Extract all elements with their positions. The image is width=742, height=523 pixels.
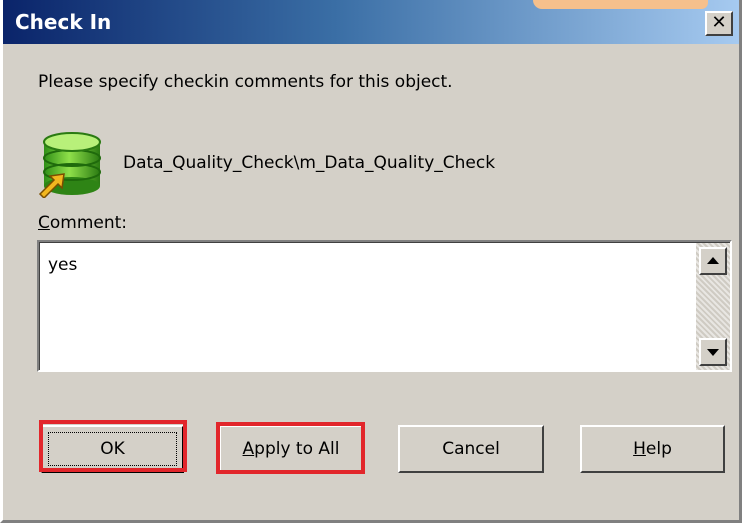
object-path: Data_Quality_Check\m_Data_Quality_Check: [123, 153, 496, 173]
comment-label: Comment:: [38, 213, 127, 233]
comment-label-accel: C: [38, 213, 50, 233]
comment-textarea-inner: yes: [39, 242, 730, 370]
help-button[interactable]: Help: [580, 425, 725, 473]
arrow-down-icon: [707, 349, 719, 356]
comment-label-rest: omment:: [49, 213, 128, 233]
database-checkin-icon: [36, 132, 104, 200]
ok-focus-rect: [48, 432, 177, 466]
check-in-dialog: Check In ✕ Please specify checkin commen…: [0, 0, 742, 523]
background-window-edge: [533, 0, 708, 9]
help-accel: H: [633, 439, 646, 459]
scroll-up-button[interactable]: [699, 247, 727, 275]
cancel-button[interactable]: Cancel: [398, 425, 544, 473]
scroll-down-button[interactable]: [699, 338, 727, 366]
apply-to-all-label-rest: pply to All: [254, 439, 340, 459]
comment-textarea[interactable]: yes: [37, 240, 732, 372]
dialog-title: Check In: [15, 10, 112, 34]
apply-to-all-accel: A: [242, 439, 255, 459]
instruction-text: Please specify checkin comments for this…: [38, 72, 453, 92]
arrow-up-icon: [707, 257, 719, 264]
ok-button[interactable]: OK: [41, 425, 184, 473]
help-label-rest: elp: [645, 439, 672, 459]
close-icon: ✕: [711, 12, 727, 33]
apply-to-all-button[interactable]: Apply to All: [219, 425, 363, 473]
cancel-button-label: Cancel: [442, 439, 500, 459]
title-bar[interactable]: Check In ✕: [3, 0, 739, 44]
comment-value[interactable]: yes: [48, 255, 77, 275]
comment-scrollbar[interactable]: [696, 243, 730, 370]
close-button[interactable]: ✕: [705, 11, 733, 36]
